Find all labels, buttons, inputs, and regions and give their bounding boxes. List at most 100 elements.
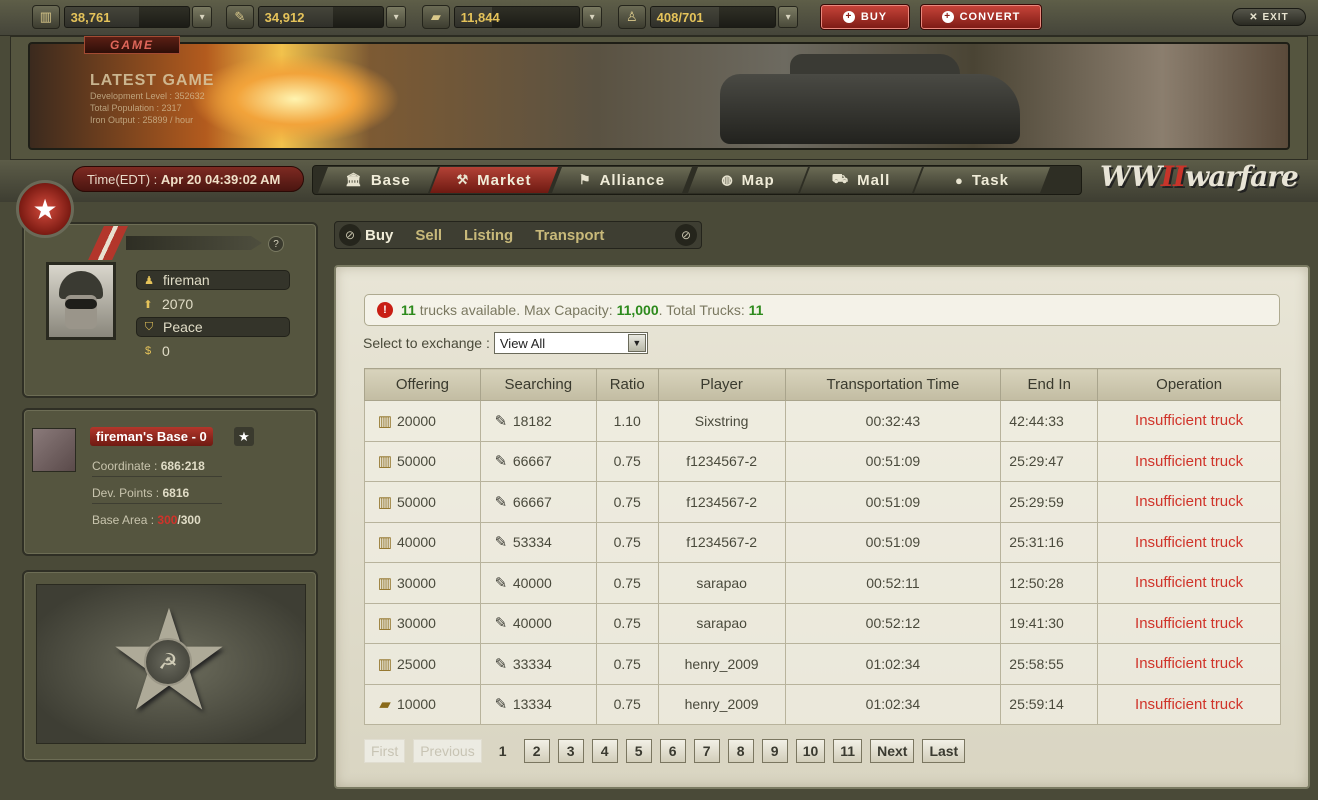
page-button[interactable]: 5 <box>625 739 652 763</box>
plus-icon: + <box>941 11 954 23</box>
operation-cell: Insufficient truck <box>1097 562 1281 604</box>
gold-icon: ▥ <box>377 534 393 552</box>
banner-title: LATEST GAME <box>90 72 215 89</box>
page-button[interactable]: 3 <box>557 739 584 763</box>
gold-icon: ▥ <box>32 5 60 29</box>
previous-page-button: Previous <box>413 739 482 763</box>
page-button[interactable]: 2 <box>523 739 550 763</box>
gold-icon: ▥ <box>377 615 393 633</box>
exchange-filter: Select to exchange : View All ▼ <box>363 330 648 356</box>
banner-line: Iron Output : 25899 / hour <box>90 115 194 125</box>
banner-image: LATEST GAME Development Level : 352632 T… <box>28 42 1290 150</box>
tank-graphic <box>720 74 1020 144</box>
next-page-button[interactable]: Next <box>870 739 915 763</box>
oil-icon: ✎ <box>494 615 508 633</box>
banner-text: LATEST GAME Development Level : 352632 T… <box>90 72 214 126</box>
avatar[interactable] <box>46 262 116 340</box>
column-header[interactable]: Searching <box>479 368 597 401</box>
nav-tab-market[interactable]: ⚒ Market <box>430 167 558 193</box>
operation-cell: Insufficient truck <box>1097 521 1281 563</box>
table-row: ▥ 50000 ✎ 66667 0.75 f1234567-2 00:51:09 2… <box>364 481 1281 523</box>
gold-icon: ▥ <box>377 574 393 592</box>
base-thumbnail[interactable] <box>32 428 76 472</box>
operation-cell: Insufficient truck <box>1097 481 1281 523</box>
gold-icon: ▥ <box>377 493 393 511</box>
market-table: Offering Searching Ratio Player Transpor… <box>364 368 1281 725</box>
column-header: Operation <box>1097 368 1281 401</box>
page-button[interactable]: 9 <box>761 739 788 763</box>
nav-tab-alliance[interactable]: ⚑ Alliance <box>552 167 692 193</box>
server-time: Time(EDT) : Apr 20 04:39:02 AM <box>72 166 304 192</box>
column-header[interactable]: Ratio <box>595 368 659 401</box>
exchange-label: Select to exchange : <box>363 335 490 351</box>
hammer-icon: ⚒ <box>456 172 470 187</box>
last-page-button[interactable]: Last <box>922 739 966 763</box>
gold-dropdown-button[interactable]: ▾ <box>192 6 212 28</box>
page-button[interactable]: 10 <box>795 739 826 763</box>
lightbulb-icon: ● <box>955 172 964 188</box>
nav-tab-task[interactable]: ● Task <box>914 167 1050 193</box>
page-button[interactable]: 6 <box>659 739 686 763</box>
oil-dropdown-button[interactable]: ▾ <box>386 6 406 28</box>
gold-icon: ▥ <box>377 453 393 471</box>
flag-icon: ⚑ <box>578 172 592 187</box>
nav-tab-map[interactable]: ◍ Map <box>688 167 808 193</box>
column-header[interactable]: Offering <box>364 368 481 401</box>
star-medal-icon: ★ <box>16 180 74 238</box>
banner-line: Development Level : 352632 <box>90 91 205 101</box>
globe-icon: ◍ <box>721 172 734 187</box>
page-button[interactable]: 11 <box>833 739 863 763</box>
subtab-listing[interactable]: Listing <box>464 227 513 244</box>
oil-resource: ✎ 34,912 ▾ <box>226 4 406 30</box>
bank-icon: 🏛 <box>345 172 363 187</box>
oil-icon: ✎ <box>226 5 254 29</box>
convert-button[interactable]: + CONVERT <box>920 4 1042 30</box>
table-row: ▰ 10000 ✎ 13334 0.75 henry_2009 01:02:34 2… <box>364 683 1281 725</box>
nav-tab-mall[interactable]: ⛟ Mall <box>800 167 922 193</box>
page-button[interactable]: 4 <box>591 739 618 763</box>
plus-icon: + <box>842 11 855 23</box>
player-money-row: $0 <box>136 341 290 361</box>
subtab-transport[interactable]: Transport <box>535 227 604 244</box>
page-button[interactable]: 7 <box>693 739 720 763</box>
nav-tab-base[interactable]: 🏛 Base <box>318 167 438 193</box>
column-header[interactable]: End In <box>1000 368 1099 401</box>
base-area: Base Area : 300/300 <box>92 513 201 527</box>
explosion-graphic <box>190 54 400 144</box>
game-tag: GAME <box>84 36 180 54</box>
exit-button[interactable]: ✕ EXIT <box>1232 8 1306 26</box>
help-icon[interactable]: ? <box>268 236 284 252</box>
buy-button[interactable]: + BUY <box>820 4 910 30</box>
cart-icon: ⛟ <box>831 171 850 186</box>
population-dropdown-button[interactable]: ▾ <box>778 6 798 28</box>
column-header[interactable]: Player <box>657 368 786 401</box>
alert-icon: ! <box>377 302 393 318</box>
exchange-select[interactable]: View All ▼ <box>493 332 648 354</box>
oil-value: 34,912 <box>257 6 385 28</box>
oil-icon: ✎ <box>494 412 508 430</box>
table-header-row: Offering Searching Ratio Player Transpor… <box>364 368 1281 401</box>
column-header[interactable]: Transportation Time <box>784 368 1002 401</box>
steel-value: 11,844 <box>453 6 581 28</box>
subtab-sell[interactable]: Sell <box>415 227 442 244</box>
server-time-value: Apr 20 04:39:02 AM <box>160 172 281 187</box>
pagination: First Previous 1 2 3 4 5 6 7 8 9 10 11 N… <box>364 738 966 764</box>
population-value: 408/701 <box>649 6 777 28</box>
base-coordinate: Coordinate : 686:218 <box>92 459 222 477</box>
operation-cell: Insufficient truck <box>1097 440 1281 482</box>
table-row: ▥ 30000 ✎ 40000 0.75 sarapao 00:52:11 12:5… <box>364 562 1281 604</box>
base-dev-points: Dev. Points : 6816 <box>92 486 222 504</box>
table-row: ▥ 30000 ✎ 40000 0.75 sarapao 00:52:12 19:4… <box>364 602 1281 644</box>
gold-icon: ▥ <box>377 412 393 430</box>
market-subtabs: ⊘ Buy Sell Listing Transport ⊘ <box>334 221 702 249</box>
player-name-row: ♟ fireman <box>136 270 290 290</box>
steel-dropdown-button[interactable]: ▾ <box>582 6 602 28</box>
operation-cell: Insufficient truck <box>1097 683 1281 725</box>
game-logo: WWIIwarfare <box>1100 160 1299 193</box>
base-name[interactable]: fireman's Base - 0 <box>90 427 213 446</box>
steel-icon: ▰ <box>379 696 391 714</box>
star-icon[interactable]: ★ <box>234 427 254 446</box>
subtab-buy[interactable]: Buy <box>365 227 393 244</box>
arrow-up-icon: ⬆ <box>143 298 153 311</box>
page-button[interactable]: 8 <box>727 739 754 763</box>
